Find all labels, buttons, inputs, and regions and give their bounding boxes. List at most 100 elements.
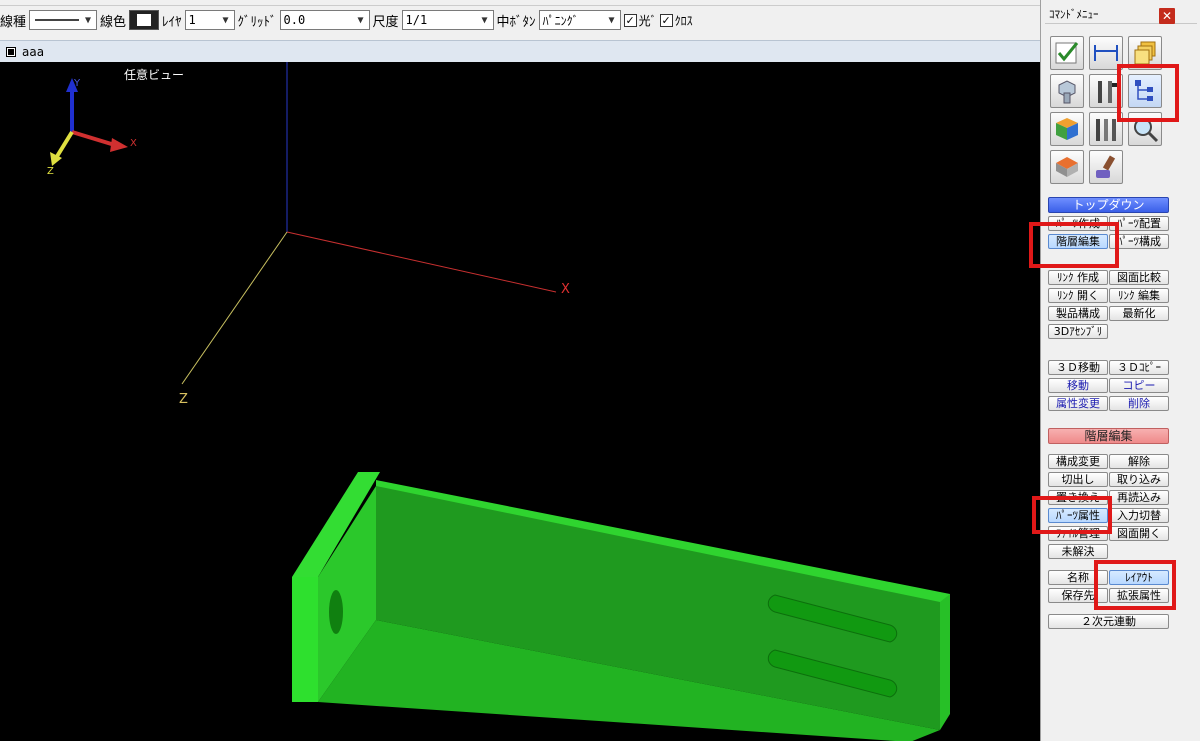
- input-switch-button[interactable]: 入力切替: [1109, 508, 1169, 523]
- parts-tools-icon: [1096, 119, 1116, 141]
- gizmo-x-label: X: [130, 138, 137, 149]
- bolt-button[interactable]: [1050, 74, 1084, 108]
- check-draw-button[interactable]: [1050, 36, 1084, 70]
- product-structure-button[interactable]: 製品構成: [1048, 306, 1108, 321]
- app-window: 線種 ▼ 線色 ﾚｲﾔ 1 ▼ ｸﾞﾘｯﾄﾞ 0.0 ▼ 尺度 1/1 ▼ 中ﾎ…: [0, 0, 1200, 741]
- unresolved-button[interactable]: 未解決: [1048, 544, 1108, 559]
- world-z-label: Z: [179, 392, 188, 407]
- change-attribute-button[interactable]: 属性変更: [1048, 396, 1108, 411]
- grid-value: 0.0: [283, 13, 306, 27]
- move-button[interactable]: 移動: [1048, 378, 1108, 393]
- drawing-open-button[interactable]: 図面開く: [1109, 526, 1169, 541]
- delete-button[interactable]: 削除: [1109, 396, 1169, 411]
- cross-checkbox[interactable]: ✓ ｸﾛｽ: [659, 12, 693, 29]
- change-structure-button[interactable]: 構成変更: [1048, 454, 1108, 469]
- gizmo-x-axis: [71, 130, 119, 148]
- color-swatch: [137, 14, 152, 26]
- middle-button-value: ﾊﾟﾆﾝｸﾞ: [542, 13, 579, 28]
- bolt-icon: [1058, 80, 1076, 104]
- 3d-move-button[interactable]: ３Ｄ移動: [1048, 360, 1108, 375]
- gizmo-z-label: Z: [47, 166, 54, 177]
- drawing-compare-button[interactable]: 図面比較: [1109, 270, 1169, 285]
- 3d-copy-button[interactable]: ３Ｄｺﾋﾟｰ: [1109, 360, 1169, 375]
- line-sample: [35, 19, 80, 21]
- import-button[interactable]: 取り込み: [1109, 472, 1169, 487]
- paint-bucket-icon: [1056, 157, 1078, 177]
- 3d-assembly-button[interactable]: 3Dｱｾﾝﾌﾞﾘ: [1048, 324, 1108, 339]
- line-type-select[interactable]: ▼: [29, 10, 98, 30]
- light-checkbox[interactable]: ✓ 光ﾞ: [623, 12, 657, 29]
- document-tab[interactable]: aaa: [0, 40, 1040, 62]
- paint-roller-icon: [1096, 155, 1116, 178]
- chevron-down-icon: ▼: [85, 14, 92, 26]
- check-icon: ✓: [623, 13, 637, 27]
- link-open-button[interactable]: ﾘﾝｸ 開く: [1048, 288, 1108, 303]
- bracket-part[interactable]: [292, 472, 950, 741]
- tools-icon: [1098, 81, 1118, 103]
- parts-place-button[interactable]: ﾊﾟｰﾂ配置: [1109, 216, 1169, 231]
- copy-button[interactable]: コピー: [1109, 378, 1169, 393]
- gizmo-z-axis: [54, 130, 74, 160]
- cut-out-button[interactable]: 切出し: [1048, 472, 1108, 487]
- layers-button[interactable]: [1128, 36, 1162, 70]
- gizmo-y-label: Y: [73, 78, 81, 89]
- grid-select[interactable]: 0.0 ▼: [279, 10, 370, 30]
- chevron-down-icon: ▼: [222, 14, 229, 26]
- parts-structure-button[interactable]: ﾊﾟｰﾂ構成: [1109, 234, 1169, 249]
- tools-button[interactable]: [1089, 74, 1123, 108]
- paint-bucket-button[interactable]: [1050, 150, 1084, 184]
- hierarchy-tree-button[interactable]: [1128, 74, 1162, 108]
- layout-button[interactable]: ﾚｲｱｳﾄ: [1109, 570, 1169, 585]
- top-strip: [0, 0, 1040, 6]
- replace-button[interactable]: 置き換え: [1048, 490, 1108, 505]
- line-color-label: 線色: [100, 14, 127, 30]
- name-button[interactable]: 名称: [1048, 570, 1108, 585]
- link-edit-button[interactable]: ﾘﾝｸ 編集: [1109, 288, 1169, 303]
- attribute-toolbar: 線種 ▼ 線色 ﾚｲﾔ 1 ▼ ｸﾞﾘｯﾄﾞ 0.0 ▼ 尺度 1/1 ▼ 中ﾎ…: [0, 8, 1040, 32]
- world-z-axis: [181, 231, 288, 385]
- scale-select[interactable]: 1/1 ▼: [401, 10, 494, 30]
- update-latest-button[interactable]: 最新化: [1109, 306, 1169, 321]
- scale-label: 尺度: [372, 14, 399, 30]
- extended-attribute-button[interactable]: 拡張属性: [1109, 588, 1169, 603]
- reload-button[interactable]: 再読込み: [1109, 490, 1169, 505]
- layer-label: ﾚｲﾔ: [162, 14, 182, 30]
- layer-select[interactable]: 1 ▼: [184, 10, 235, 30]
- file-manage-button[interactable]: ﾌｧｲﾙ管理: [1048, 526, 1108, 541]
- layer-value: 1: [188, 13, 196, 27]
- document-title: aaa: [22, 44, 45, 59]
- light-label: 光ﾞ: [638, 13, 657, 28]
- 2d-link-button[interactable]: ２次元連動: [1048, 614, 1169, 629]
- 3d-viewport[interactable]: 任意ビュー Y X Z X Z: [0, 62, 1040, 741]
- topdown-header[interactable]: トップダウン: [1048, 197, 1169, 213]
- middle-button-label: 中ﾎﾞﾀﾝ: [496, 14, 536, 30]
- parts-create-button[interactable]: ﾊﾟｰﾂ作成: [1048, 216, 1108, 231]
- cube-button[interactable]: [1050, 112, 1084, 146]
- cube-icon: [1056, 118, 1078, 140]
- bracket-end-face: [940, 594, 950, 730]
- parts-tools-button[interactable]: [1089, 112, 1123, 146]
- document-icon: [6, 46, 16, 57]
- bracket-short-face: [292, 577, 318, 702]
- close-icon[interactable]: ✕: [1159, 8, 1175, 24]
- bracket-round-hole: [329, 590, 343, 634]
- magnifier-icon: [1134, 118, 1159, 143]
- save-destination-button[interactable]: 保存先: [1048, 588, 1108, 603]
- middle-button-select[interactable]: ﾊﾟﾆﾝｸﾞ ▼: [538, 10, 621, 30]
- dimension-button[interactable]: [1089, 36, 1123, 70]
- paint-roller-button[interactable]: [1089, 150, 1123, 184]
- line-color-button[interactable]: [129, 10, 160, 30]
- magnifier-button[interactable]: [1128, 112, 1162, 146]
- grid-label: ｸﾞﾘｯﾄﾞ: [237, 14, 277, 30]
- world-x-label: X: [561, 282, 570, 297]
- gizmo-x-arrow: [110, 138, 128, 152]
- check-icon: ✓: [659, 13, 673, 27]
- release-button[interactable]: 解除: [1109, 454, 1169, 469]
- parts-attribute-button[interactable]: ﾊﾟｰﾂ属性: [1048, 508, 1108, 523]
- hierarchy-edit-button[interactable]: 階層編集: [1048, 234, 1108, 249]
- hierarchy-edit-header[interactable]: 階層編集: [1048, 428, 1169, 444]
- link-create-button[interactable]: ﾘﾝｸ 作成: [1048, 270, 1108, 285]
- chevron-down-icon: ▼: [481, 14, 488, 26]
- check-draw-icon: [1055, 42, 1079, 64]
- line-type-label: 線種: [0, 14, 27, 30]
